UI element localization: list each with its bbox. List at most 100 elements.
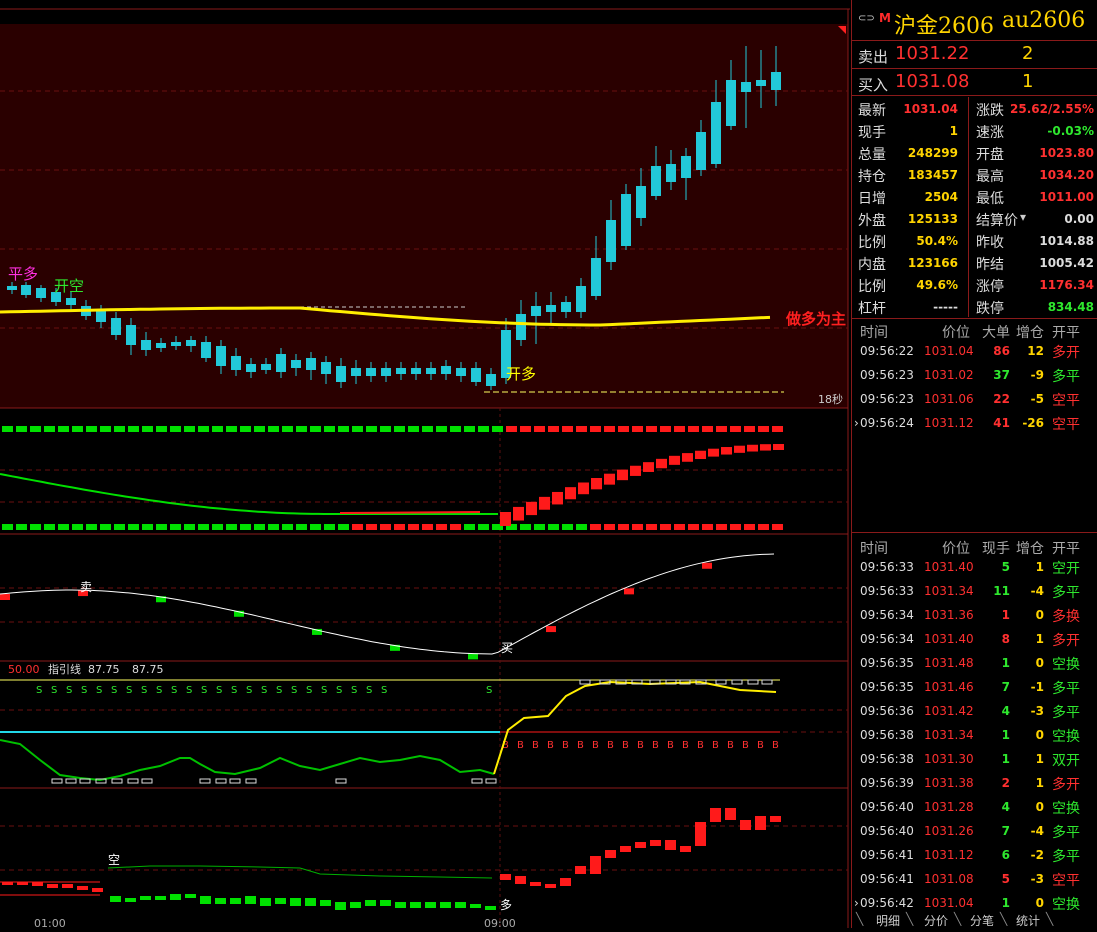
chart-area[interactable]: SSSSSSSSSSSSSSSSSSSSSSSSSBBBBBBBBBBBBBBB… — [0, 0, 850, 930]
candle-body — [651, 166, 661, 196]
b-signal: B — [652, 740, 659, 751]
green-bar — [305, 898, 316, 906]
chart-canvas[interactable]: S S S S S S S S S S S S S S S S S S S S S S S S SB B B B B B B B B B B B B B B… — [0, 0, 850, 930]
cell-k: 空换 — [1052, 657, 1080, 673]
candle-body — [561, 302, 571, 312]
histogram-bar — [526, 501, 537, 516]
cell-p: 1031.48 — [924, 656, 974, 670]
table-row[interactable]: 09:56:23 1031.02 37 -9 多平 — [852, 363, 1097, 387]
signal-dash — [604, 426, 615, 432]
table-row[interactable]: 09:56:34 1031.36 1 0 多换 — [852, 603, 1097, 627]
chevron-down-icon[interactable]: ▾ — [1020, 210, 1026, 224]
table-row[interactable]: 09:56:36 1031.42 4 -3 多平 — [852, 699, 1097, 723]
candle-body — [606, 220, 616, 262]
histogram-bar — [643, 462, 654, 472]
cell-c: 1 — [1035, 632, 1044, 646]
tab-detail[interactable]: 明细 — [876, 912, 900, 929]
candle-body — [591, 258, 601, 296]
cell-k: 空平 — [1052, 393, 1080, 409]
green-bar — [290, 898, 301, 906]
table-row[interactable]: 09:56:33 1031.34 11 -4 多平 — [852, 579, 1097, 603]
table-row[interactable]: 09:56:40 1031.28 4 0 空换 — [852, 795, 1097, 819]
signal-dash — [758, 426, 769, 432]
tab-price[interactable]: 分价 — [924, 912, 948, 929]
stat-key: 速涨 — [976, 125, 1004, 141]
red-bar — [680, 846, 691, 852]
signal-dash — [58, 524, 69, 530]
table-row[interactable]: 09:56:41 1031.08 5 -3 空平 — [852, 867, 1097, 891]
signal-dash — [310, 426, 321, 432]
histogram-bar — [500, 512, 511, 526]
signal-dash — [44, 426, 55, 432]
cell-k: 多开 — [1052, 345, 1080, 361]
link-icon[interactable]: ⊂⊃ — [858, 13, 875, 24]
cell-v: 11 — [993, 584, 1010, 598]
red-bar — [740, 820, 751, 830]
signal-dash — [128, 426, 139, 432]
table-row[interactable]: 09:56:35 1031.48 1 0 空换 — [852, 651, 1097, 675]
table-row[interactable]: 09:56:38 1031.34 1 0 空换 — [852, 723, 1097, 747]
stat-key: 涨跌 — [976, 103, 1004, 119]
table-row[interactable]: 09:56:34 1031.40 8 1 多开 — [852, 627, 1097, 651]
table-row[interactable]: 09:56:23 1031.06 22 -5 空平 — [852, 387, 1097, 411]
signal-dash — [408, 524, 419, 530]
cell-c: -3 — [1030, 704, 1044, 718]
stat-right-2: 开盘 1023.80 — [976, 142, 1094, 164]
table-row[interactable]: 09:56:38 1031.30 1 1 双开 — [852, 747, 1097, 771]
label-trend: 做多为主 — [785, 310, 846, 328]
stat-value: 1023.80 — [1039, 146, 1094, 160]
green-bar — [320, 900, 331, 906]
signal-dash — [702, 524, 713, 530]
stat-value: 834.48 — [1047, 300, 1094, 314]
table-row[interactable]: 09:56:35 1031.46 7 -1 多平 — [852, 675, 1097, 699]
candle-body — [231, 356, 241, 370]
cell-v: 8 — [1001, 632, 1010, 646]
signal-dash — [366, 524, 377, 530]
signal-dash — [100, 524, 111, 530]
b-signal: B — [697, 740, 704, 751]
cell-c: -5 — [1030, 392, 1044, 406]
signal-dash — [744, 426, 755, 432]
table-row[interactable]: 09:56:39 1031.38 2 1 多开 — [852, 771, 1097, 795]
red-bar — [2, 882, 13, 885]
signal-dash — [142, 426, 153, 432]
signal-dash — [282, 524, 293, 530]
table-row[interactable]: 09:56:22 1031.04 86 12 多开 — [852, 339, 1097, 363]
tab-tick[interactable]: 分笔 — [970, 912, 994, 929]
histogram-bar — [708, 448, 719, 457]
cell-p: 1031.04 — [924, 344, 974, 358]
stat-key: 比例 — [858, 235, 886, 251]
signal-dash — [688, 524, 699, 530]
s-signal: S — [306, 685, 312, 696]
signal-dash — [394, 524, 405, 530]
signal-dash — [240, 426, 251, 432]
signal-dash — [730, 426, 741, 432]
stat-value: 25.62/2.55% — [1010, 102, 1094, 116]
cell-k: 多平 — [1052, 585, 1080, 601]
green-bar — [440, 902, 451, 908]
candle-body — [771, 72, 781, 90]
table-row[interactable]: 09:56:33 1031.40 5 1 空开 — [852, 555, 1097, 579]
signal-dash — [394, 426, 405, 432]
table-row[interactable]: 09:56:41 1031.12 6 -2 多平 — [852, 843, 1097, 867]
cell-c: -26 — [1022, 416, 1044, 430]
cell-v: 5 — [1001, 872, 1010, 886]
green-bar — [230, 898, 241, 904]
signal-dash — [772, 426, 783, 432]
histogram-bar — [546, 626, 556, 633]
signal-dash — [114, 426, 125, 432]
histogram-bar — [669, 455, 680, 465]
b-signal: B — [562, 740, 569, 751]
tab-stats[interactable]: 统计 — [1016, 912, 1040, 929]
table-row[interactable]: 09:56:40 1031.26 7 -4 多平 — [852, 819, 1097, 843]
signal-dash — [618, 524, 629, 530]
stat-right-7: 昨结 1005.42 — [976, 252, 1094, 274]
signal-dash — [772, 524, 783, 530]
red-bar — [755, 816, 766, 830]
stat-left-5: 外盘 125133 — [858, 208, 958, 230]
candle-body — [7, 286, 17, 290]
cell-v: 37 — [993, 368, 1010, 382]
stat-value: -0.03% — [1047, 124, 1094, 138]
big-order-header: 时间 价位 大单 增仓 开平 — [852, 320, 1097, 341]
table-row[interactable]: › 09:56:24 1031.12 41 -26 空平 — [852, 411, 1097, 435]
